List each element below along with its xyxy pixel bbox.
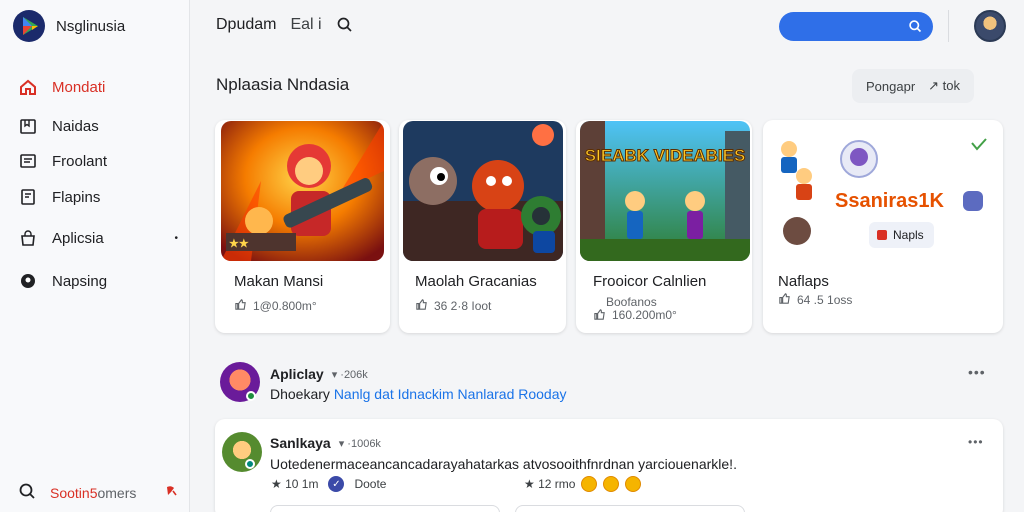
bag-icon [18, 228, 38, 248]
action-button[interactable] [515, 505, 745, 512]
dot-indicator: • [174, 232, 178, 244]
star-stat[interactable]: ★ 12 rmo [524, 477, 575, 491]
game-art-image: SIEABK VIDEABIES [580, 121, 750, 261]
done-label[interactable]: Doote [354, 477, 386, 491]
card-title: Naflaps [778, 273, 829, 290]
tag-chip[interactable]: Napls [869, 222, 934, 248]
brand[interactable]: Nsglinusia [12, 9, 125, 43]
card-meta: 64 .5 1oss [778, 292, 852, 308]
sidebar-item-label: Mondati [52, 78, 106, 96]
emoji-reaction-icon[interactable] [603, 476, 620, 492]
sidebar-item-froolant[interactable]: Froolant [18, 151, 178, 171]
card-meta: 160.200m0° [593, 308, 677, 324]
sidebar-item-naidas[interactable]: Naidas [18, 116, 178, 136]
thumb-up-icon [778, 292, 791, 308]
search-icon [909, 20, 922, 33]
thumb-up-icon [415, 298, 428, 314]
card-title: Frooicor Calnlien [593, 273, 707, 290]
feed-post: Apliclay ▾ ·206k Dhoekary Nanlg dat Idna… [215, 352, 1003, 408]
card-title: Maolah Gracanias [415, 273, 537, 290]
author-name: Apliclay [270, 366, 324, 382]
online-status-dot [246, 391, 256, 401]
more-options-icon[interactable]: ••• [968, 435, 984, 449]
card-stats: 160.200m0° [612, 308, 677, 322]
thumb-up-icon [593, 308, 606, 324]
home-icon [18, 77, 38, 97]
tag-icon [877, 230, 887, 240]
sidebar: Nsglinusia Mondati Naidas Froolant Flapi… [0, 0, 190, 512]
app-name: Nsglinusia [56, 17, 126, 35]
post-author[interactable]: Apliclay ▾ ·206k [270, 366, 368, 382]
bookmark-icon [18, 116, 38, 136]
reaction-row: ★ 10 1m ✓ Doote [271, 476, 386, 492]
game-card[interactable]: ★★ Makan Mansi 1@0.800m° [215, 120, 390, 333]
card-stats: 36 2·8 Ioot [434, 299, 492, 313]
game-card[interactable]: Ssaniras1K Napls Naflaps 64 .5 1oss [763, 120, 1003, 333]
sidebar-item-napsing[interactable]: Napsing [18, 271, 178, 291]
emoji-reaction-icon[interactable] [625, 476, 642, 492]
post-text: Dhoekary Nanlg dat Idnackim Nanlarad Roo… [270, 386, 567, 402]
play-store-logo-icon [13, 10, 45, 42]
game-card[interactable]: Maolah Gracanias 36 2·8 Ioot [399, 120, 566, 333]
sidebar-footer-item[interactable]: Sootin5omers [18, 482, 178, 503]
card-meta: 36 2·8 Ioot [415, 298, 491, 314]
card-stats: 64 .5 1oss [797, 293, 853, 307]
section-title: Nplaasia Nndasia [216, 75, 350, 94]
user-avatar[interactable] [974, 10, 1006, 42]
sidebar-item-label: Napsing [52, 272, 108, 290]
document-icon [18, 187, 38, 207]
sidebar-item-label: Naidas [52, 117, 99, 135]
more-options-icon[interactable]: ••• [968, 364, 986, 380]
page-title-sub: Eal i [290, 16, 322, 33]
sidebar-item-mondati[interactable]: Mondati [18, 77, 178, 97]
sidebar-item-label: Aplicsia [52, 229, 104, 247]
feed-post-card: Sanlkaya ▾ ·1006k Uotedenermaceancancada… [215, 419, 1003, 512]
action-button[interactable] [270, 505, 500, 512]
sidebar-item-label: Froolant [52, 152, 108, 170]
card-title: Makan Mansi [234, 273, 324, 290]
like-stat[interactable]: ★ 10 1m [271, 477, 318, 491]
search-bar[interactable] [779, 12, 933, 41]
pin-icon[interactable] [164, 484, 178, 501]
post-text: Uotedenermaceancancadarayahatarkas atvos… [270, 456, 737, 472]
thumb-up-icon [234, 298, 247, 314]
game-art-image [403, 121, 563, 261]
sidebar-item-aplicsia[interactable]: Aplicsia • [18, 228, 178, 248]
news-icon [18, 151, 38, 171]
post-author[interactable]: Sanlkaya ▾ ·1006k [270, 435, 381, 451]
filter-extra: ↗ tok [928, 78, 960, 93]
sidebar-item-flapins[interactable]: Flapins [18, 187, 178, 207]
sidebar-item-label: Flapins [52, 188, 101, 206]
emoji-reaction-icon[interactable] [581, 476, 598, 492]
art-text: SIEABK VIDEABIES [585, 146, 746, 165]
footer-label-muted: omers [97, 484, 137, 501]
footer-label: Sootin5omers [50, 485, 136, 501]
author-meta: ▾ ·1006k [338, 437, 381, 450]
card-stats: 1@0.800m° [253, 299, 317, 313]
search-icon[interactable] [336, 16, 356, 36]
reaction-row-2: ★ 12 rmo [524, 476, 642, 492]
footer-label-main: Sootin5 [50, 484, 98, 501]
filter-button[interactable]: Pongapr ↗ tok [852, 69, 974, 103]
game-card[interactable]: SIEABK VIDEABIES Frooicor Calnlien Boofa… [576, 120, 752, 333]
post-text-plain: Dhoekary [270, 386, 330, 402]
game-art-image: ★★ [221, 121, 384, 261]
card-meta: 1@0.800m° [234, 298, 317, 314]
author-meta: ▾ ·206k [331, 368, 368, 381]
author-name: Sanlkaya [270, 435, 331, 451]
page-title-main: Dpudam [216, 16, 277, 33]
divider [948, 10, 949, 42]
tag-label: Napls [893, 228, 924, 242]
avatar[interactable] [222, 432, 262, 472]
search-circle-icon [18, 482, 36, 503]
page-title: Dpudam Eal i [216, 16, 322, 34]
card-meta-line1: Boofanos [606, 295, 657, 309]
filter-label: Pongapr [866, 78, 916, 94]
online-status-dot [245, 459, 255, 469]
art-text: ★★ [229, 238, 249, 250]
post-link[interactable]: Nanlg dat Idnackim Nanlarad Rooday [334, 386, 567, 402]
done-icon: ✓ [328, 476, 345, 492]
art-text: Ssaniras1K [835, 190, 945, 212]
chat-icon [18, 271, 38, 291]
